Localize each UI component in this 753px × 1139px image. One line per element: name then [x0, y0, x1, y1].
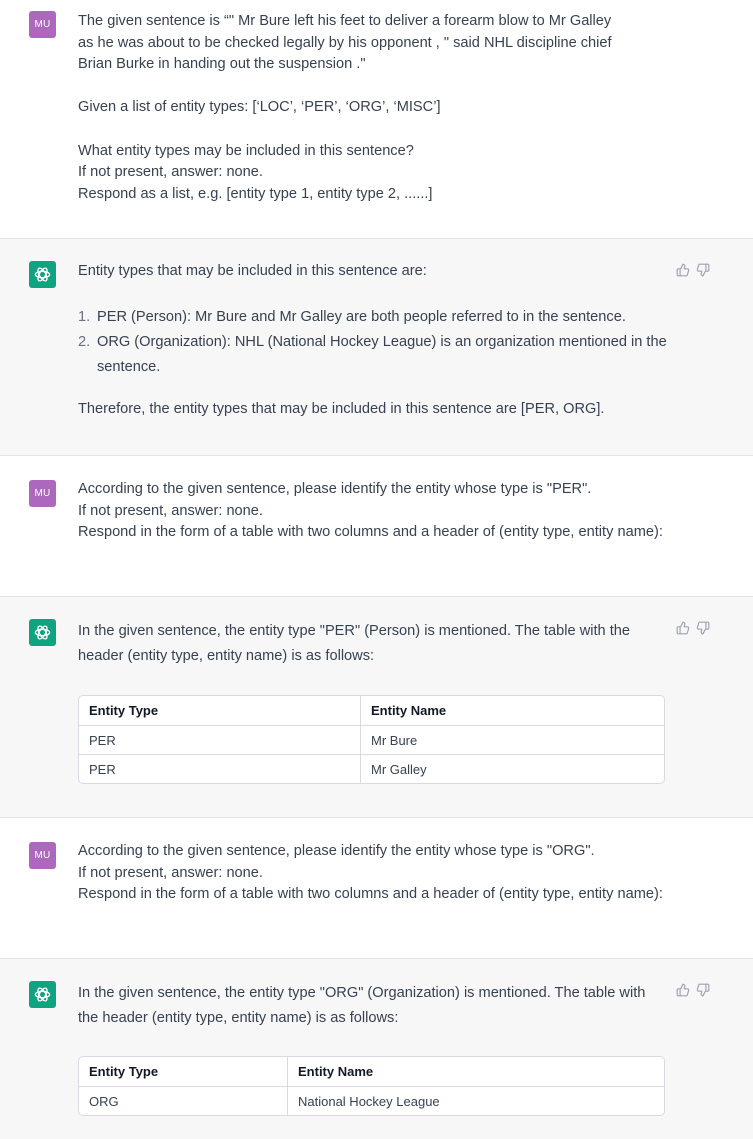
table-row: ORG National Hockey League [79, 1086, 664, 1115]
user-message: MU According to the given sentence, plea… [0, 456, 753, 597]
list-item-text: ORG (Organization): NHL (National Hockey… [97, 334, 667, 375]
message-line: as he was about to be checked legally by… [78, 34, 612, 51]
assistant-avatar [29, 619, 56, 646]
list-item-text: PER (Person): Mr Bure and Mr Galley are … [97, 309, 626, 325]
feedback-actions [676, 983, 710, 997]
message-line: Respond as a list, e.g. [entity type 1, … [78, 185, 433, 202]
table-header-row: Entity Type Entity Name [79, 696, 664, 725]
feedback-actions [676, 621, 710, 635]
assistant-message: Entity types that may be included in thi… [0, 239, 753, 456]
message-line: If not present, answer: none. [78, 864, 263, 881]
list-item: 2. ORG (Organization): NHL (National Hoc… [78, 330, 668, 380]
message-line: Brian Burke in handing out the suspensio… [78, 56, 366, 73]
entity-table: Entity Type Entity Name PER Mr Bure PER … [78, 695, 665, 784]
user-message-text: The given sentence is “" Mr Bure left hi… [78, 11, 668, 205]
thumbs-up-icon[interactable] [676, 983, 690, 997]
user-avatar-initials: MU [34, 850, 51, 861]
list-item-number: 2. [78, 334, 91, 350]
assistant-message: In the given sentence, the entity type "… [0, 959, 753, 1139]
thumbs-down-icon[interactable] [696, 263, 710, 277]
list-item: 1. PER (Person): Mr Bure and Mr Galley a… [78, 305, 668, 330]
assistant-message: In the given sentence, the entity type "… [0, 597, 753, 818]
table-header-cell: Entity Name [360, 696, 664, 725]
assistant-intro: In the given sentence, the entity type "… [78, 619, 668, 669]
table-header-cell: Entity Type [89, 703, 159, 718]
entity-type-list: 1. PER (Person): Mr Bure and Mr Galley a… [78, 305, 668, 380]
assistant-intro-text: In the given sentence, the entity type "… [78, 985, 646, 1026]
openai-logo-icon [34, 267, 51, 282]
openai-logo-icon [34, 987, 51, 1002]
message-line: The given sentence is “" Mr Bure left hi… [78, 13, 612, 29]
message-line: If not present, answer: none. [78, 502, 263, 519]
assistant-intro: In the given sentence, the entity type "… [78, 981, 668, 1031]
feedback-actions [676, 263, 710, 277]
list-item-number: 1. [78, 309, 91, 325]
assistant-conclusion-text: Therefore, the entity types that may be … [78, 401, 605, 417]
message-line: If not present, answer: none. [78, 164, 263, 181]
message-line [78, 119, 668, 141]
table-cell: ORG [79, 1086, 287, 1115]
user-message: MU According to the given sentence, plea… [0, 818, 753, 959]
table-cell: National Hockey League [287, 1086, 664, 1115]
user-avatar: MU [29, 842, 56, 869]
table-row: PER Mr Galley [79, 754, 664, 783]
user-message-text: According to the given sentence, please … [78, 479, 668, 544]
assistant-intro-text: In the given sentence, the entity type "… [78, 623, 630, 664]
table-cell: Mr Bure [360, 725, 664, 754]
user-avatar-initials: MU [34, 19, 51, 30]
table-header-cell: Entity Name [287, 1057, 664, 1086]
table-cell: PER [79, 754, 360, 783]
table-header-row: Entity Type Entity Name [79, 1057, 664, 1086]
user-message-text: According to the given sentence, please … [78, 841, 668, 906]
assistant-avatar [29, 261, 56, 288]
user-message: MU The given sentence is “" Mr Bure left… [0, 0, 753, 239]
table-cell: PER [79, 725, 360, 754]
message-line [78, 76, 668, 98]
thumbs-up-icon[interactable] [676, 263, 690, 277]
assistant-avatar [29, 981, 56, 1008]
table-header-cell: Entity Type [89, 1064, 159, 1079]
thumbs-down-icon[interactable] [696, 621, 710, 635]
table-row: PER Mr Bure [79, 725, 664, 754]
message-line: According to the given sentence, please … [78, 843, 595, 859]
entity-table: Entity Type Entity Name ORG National Hoc… [78, 1056, 665, 1116]
openai-logo-icon [34, 625, 51, 640]
assistant-intro: Entity types that may be included in thi… [78, 261, 668, 283]
table-cell: Mr Galley [360, 754, 664, 783]
user-avatar: MU [29, 480, 56, 507]
thumbs-up-icon[interactable] [676, 621, 690, 635]
message-line: Respond in the form of a table with two … [78, 524, 663, 541]
message-line: Respond in the form of a table with two … [78, 886, 663, 903]
message-line: According to the given sentence, please … [78, 481, 592, 497]
assistant-intro-text: Entity types that may be included in thi… [78, 263, 427, 279]
message-line: Given a list of entity types: [‘LOC’, ‘P… [78, 99, 441, 116]
user-avatar-initials: MU [34, 488, 51, 499]
user-avatar: MU [29, 11, 56, 38]
thumbs-down-icon[interactable] [696, 983, 710, 997]
assistant-conclusion: Therefore, the entity types that may be … [78, 399, 668, 421]
message-line: What entity types may be included in thi… [78, 142, 414, 159]
